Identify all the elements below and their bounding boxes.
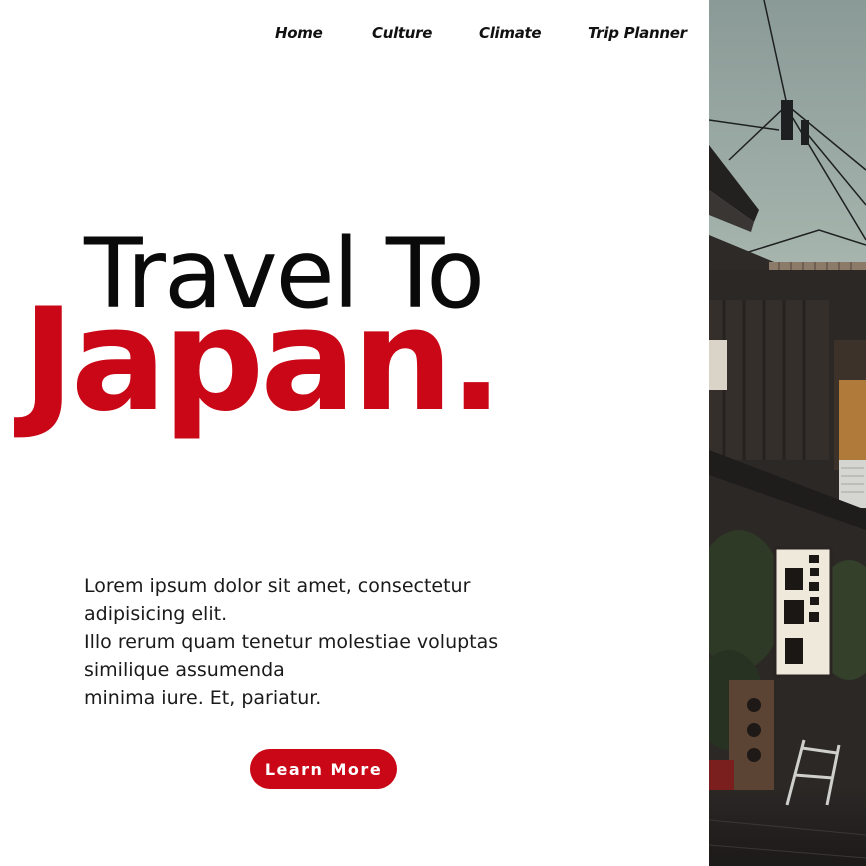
description-line: Lorem ipsum dolor sit amet, consectetur (84, 575, 471, 597)
hero-photo-kyoto-street (709, 0, 866, 866)
description-line: adipisicing elit. (84, 603, 228, 625)
description-line: Illo rerum quam tenetur molestiae volupt… (84, 631, 499, 653)
hero-description: Lorem ipsum dolor sit amet, consectetur … (84, 572, 514, 712)
nav-link-culture[interactable]: Culture (372, 24, 432, 42)
description-line: similique assumenda (84, 659, 285, 681)
hero-title-line-2: Japan. (22, 278, 503, 443)
learn-more-button[interactable]: Learn More (250, 749, 397, 789)
nav-link-trip-planner[interactable]: Trip Planner (588, 24, 687, 42)
top-navigation: Home Culture Climate Trip Planner (0, 24, 709, 46)
nav-link-climate[interactable]: Climate (479, 24, 542, 42)
description-line: minima iure. Et, pariatur. (84, 687, 322, 709)
nav-link-home[interactable]: Home (275, 24, 323, 42)
